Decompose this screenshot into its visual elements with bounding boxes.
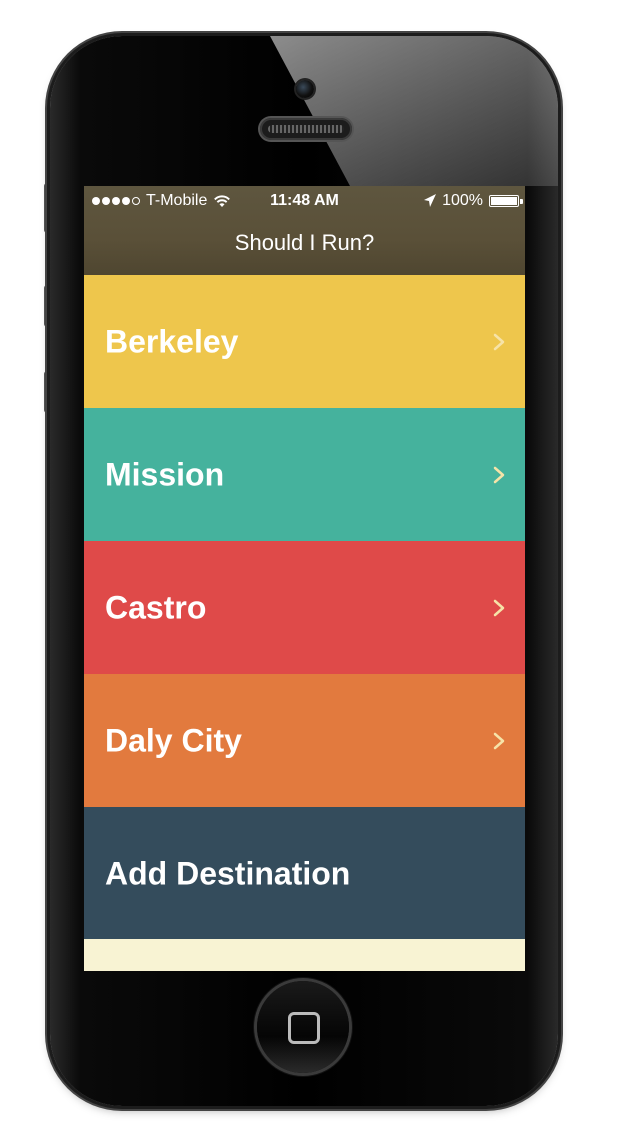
earpiece-speaker [260, 118, 352, 140]
chevron-right-icon [493, 599, 505, 616]
destination-row-daly-city[interactable]: Daly City [84, 674, 525, 807]
app-screen: T-Mobile 11:48 AM 100% Should I Run? Ber… [84, 186, 525, 971]
destination-row-castro[interactable]: Castro [84, 541, 525, 674]
page-title: Should I Run? [234, 230, 375, 255]
chevron-right-icon [493, 732, 505, 749]
destination-label: Berkeley [105, 323, 239, 359]
chevron-right-icon [493, 466, 505, 483]
battery-icon [489, 195, 523, 207]
destination-label: Castro [105, 589, 207, 625]
destination-label: Daly City [105, 722, 242, 758]
status-bar-right: 100% [424, 192, 523, 210]
destination-list: Berkeley Mission Castro Daly City Add De… [84, 275, 525, 940]
destination-label: Mission [105, 456, 225, 492]
chevron-right-icon [493, 333, 505, 350]
destination-row-mission[interactable]: Mission [84, 408, 525, 541]
status-bar: T-Mobile 11:48 AM 100% [84, 186, 525, 216]
add-destination-button[interactable]: Add Destination [84, 807, 525, 940]
home-button[interactable] [257, 981, 349, 1073]
add-destination-label: Add Destination [105, 855, 351, 891]
footer-strip [84, 939, 525, 971]
destination-row-berkeley[interactable]: Berkeley [84, 275, 525, 408]
device-frame: T-Mobile 11:48 AM 100% Should I Run? Ber… [0, 0, 640, 1136]
home-button-square-icon [288, 1012, 320, 1044]
navigation-bar: T-Mobile 11:48 AM 100% Should I Run? [84, 186, 525, 275]
battery-percentage: 100% [442, 192, 483, 209]
front-camera [296, 80, 314, 98]
location-arrow-icon [424, 194, 437, 207]
